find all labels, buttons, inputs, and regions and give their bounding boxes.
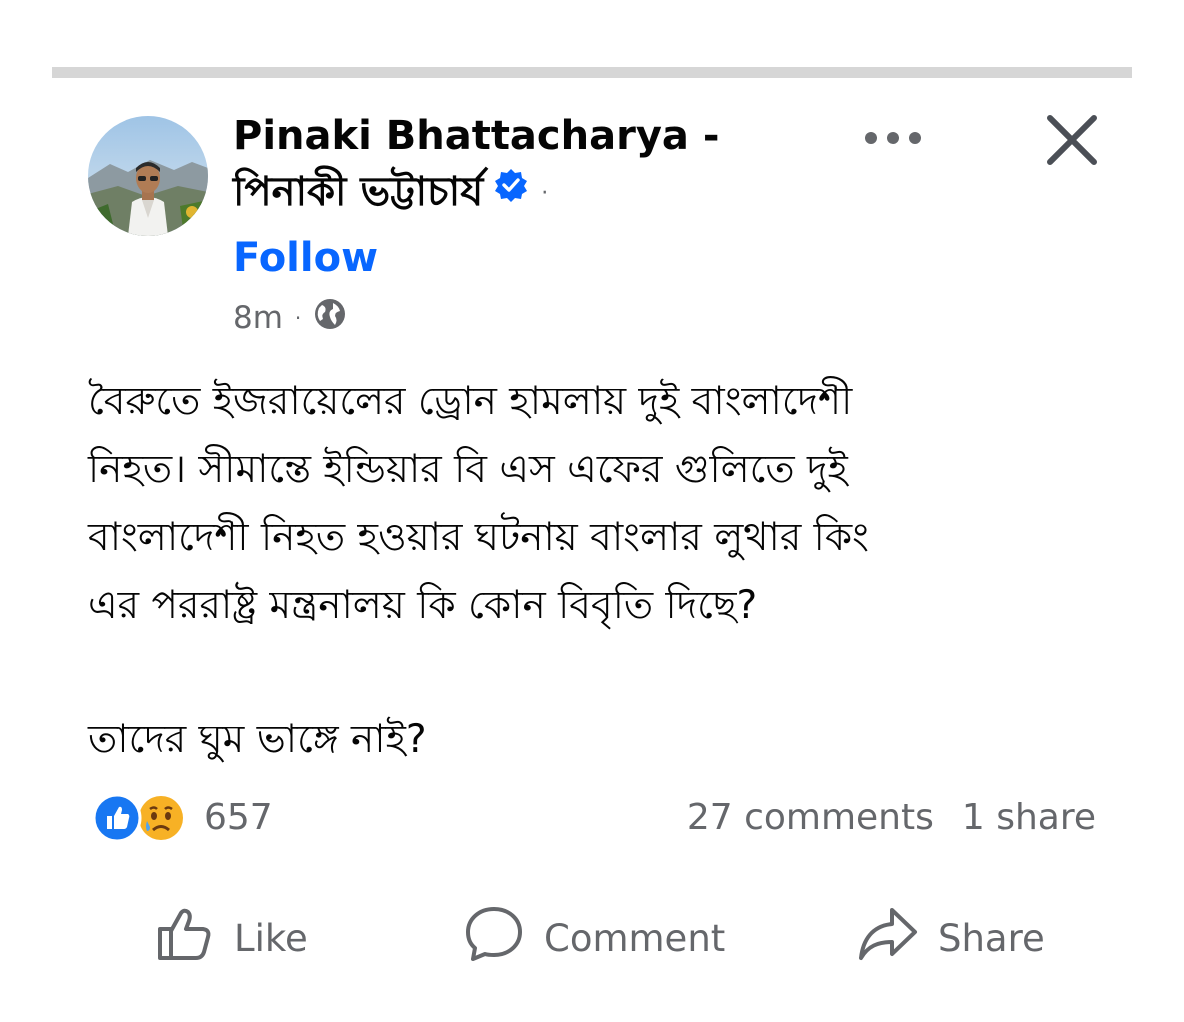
share-arrow-icon <box>858 906 918 971</box>
reaction-summary[interactable]: 657 <box>92 790 273 844</box>
post-text-line: এর পররাষ্ট্র মন্ত্রনালয় কি কোন বিবৃতি দ… <box>88 583 758 628</box>
post-text-line: তাদের ঘুম ভাঙ্গে নাই? <box>88 717 427 762</box>
thumbs-up-icon <box>156 905 214 972</box>
verified-badge-icon <box>493 162 529 218</box>
post-text-line: বৈরুতে ইজরায়েলের ড্রোন হামলায় দুই বাংল… <box>88 379 853 424</box>
like-label: Like <box>234 916 308 960</box>
author-name-english[interactable]: Pinaki Bhattacharya - <box>233 108 793 164</box>
top-divider <box>52 67 1132 78</box>
sad-reaction-icon <box>136 793 186 847</box>
author-avatar[interactable] <box>88 116 208 236</box>
post-text-line: নিহত। সীমান্তে ইন্ডিয়ার বি এস এফের গুলি… <box>88 447 848 492</box>
like-button[interactable]: Like <box>156 900 308 976</box>
name-separator-dot: · <box>541 181 549 206</box>
share-label: Share <box>938 916 1045 960</box>
comment-label: Comment <box>544 916 726 960</box>
more-options-icon[interactable] <box>858 118 928 158</box>
like-reaction-icon <box>92 793 142 847</box>
post-action-bar: Like Comment Share <box>0 900 1184 976</box>
comments-count[interactable]: 27 comments <box>687 797 934 838</box>
post-timestamp[interactable]: 8m <box>233 300 283 336</box>
meta-separator: · <box>294 306 302 330</box>
reaction-icons <box>92 791 196 843</box>
engagement-stats: 27 comments 1 share <box>687 790 1096 844</box>
post-text-line: বাংলাদেশী নিহত হওয়ার ঘটনায় বাংলার লুথা… <box>88 515 869 560</box>
comment-button[interactable]: Comment <box>464 900 725 976</box>
globe-icon[interactable] <box>313 297 347 339</box>
follow-button[interactable]: Follow <box>233 232 378 284</box>
author-name[interactable]: Pinaki Bhattacharya - পিনাকী ভট্টাচার্য · <box>233 108 793 222</box>
author-name-bengali[interactable]: পিনাকী ভট্টাচার্য <box>233 169 483 215</box>
close-icon[interactable] <box>1040 108 1104 172</box>
avatar-photo <box>88 116 208 236</box>
shares-count[interactable]: 1 share <box>962 797 1096 838</box>
post-meta: 8m · <box>233 296 347 340</box>
reaction-count[interactable]: 657 <box>204 797 273 838</box>
comment-bubble-icon <box>464 904 524 973</box>
post-text: বৈরুতে ইজরায়েলের ড্রোন হামলায় দুই বাংল… <box>88 368 1108 774</box>
share-button[interactable]: Share <box>858 900 1045 976</box>
